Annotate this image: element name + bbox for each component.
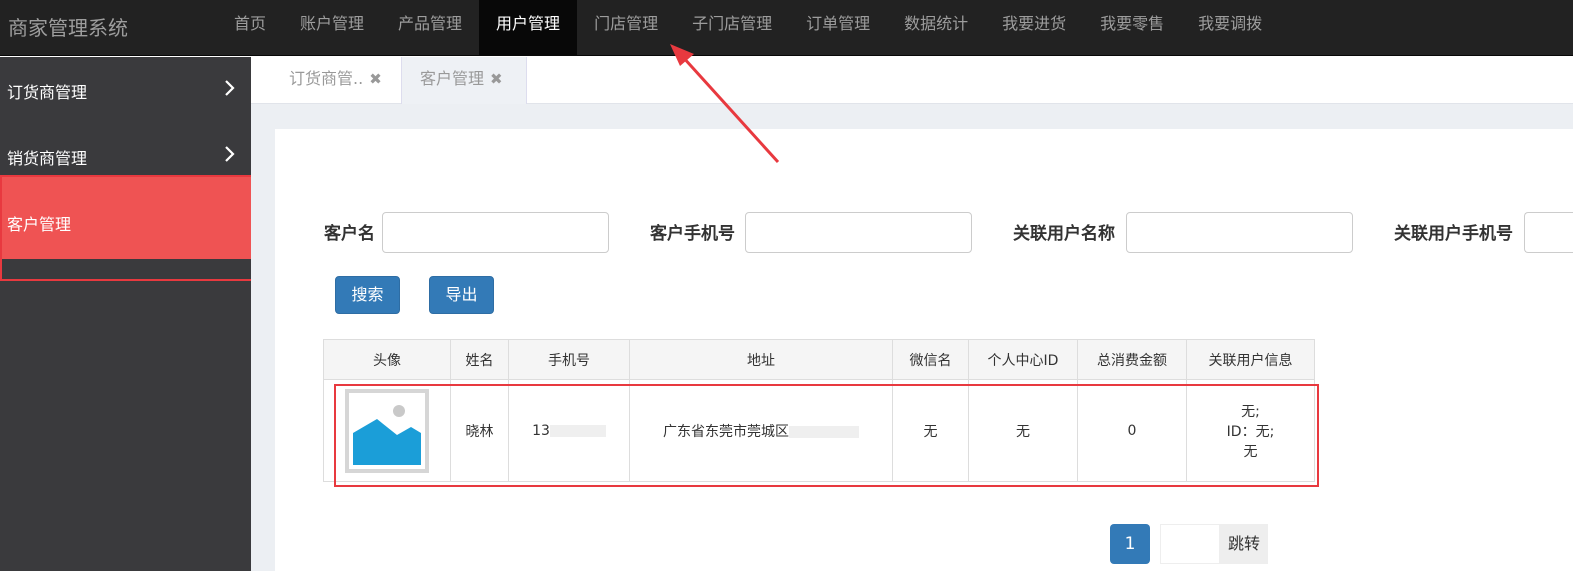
linked-user-phone-input[interactable]	[1524, 212, 1573, 253]
linked-user-line: ID：无;	[1226, 423, 1275, 440]
page-1-button[interactable]: 1	[1110, 524, 1150, 564]
table-header-row: 头像 姓名 手机号 地址 微信名 个人中心ID 总消费金额 关联用户信息	[323, 339, 1315, 380]
linked-user-line: 无	[1243, 443, 1258, 460]
close-icon[interactable]: ✖	[369, 70, 382, 88]
linked-user-phone-label: 关联用户手机号	[1394, 224, 1513, 244]
nav-item-users[interactable]: 用户管理	[479, 0, 578, 56]
page-jump-input[interactable]	[1160, 524, 1220, 564]
linked-user-name-input[interactable]	[1126, 212, 1353, 253]
col-total: 总消费金额	[1077, 339, 1187, 380]
image-placeholder-icon	[349, 392, 425, 469]
jump-button[interactable]: 跳转	[1220, 524, 1268, 564]
linked-user-line: 无;	[1241, 403, 1260, 420]
export-button[interactable]: 导出	[429, 276, 494, 314]
nav-item-transfer[interactable]: 我要调拨	[1181, 0, 1279, 56]
tab-customers[interactable]: 客户管理 ✖	[401, 57, 527, 104]
nav-item-retail[interactable]: 我要零售	[1083, 0, 1181, 56]
sidebar-item-orderers[interactable]: 订货商管理	[0, 57, 251, 123]
sidebar-item-label: 客户管理	[7, 215, 72, 234]
sidebar-item-label: 销货商管理	[7, 149, 88, 168]
phone-value: 13	[532, 422, 550, 439]
col-phone: 手机号	[508, 339, 630, 380]
close-icon[interactable]: ✖	[490, 70, 503, 88]
customer-phone-label: 客户手机号	[650, 224, 735, 244]
col-linked-user: 关联用户信息	[1186, 339, 1315, 380]
phone-cell: 13	[508, 379, 630, 482]
nav-item-substores[interactable]: 子门店管理	[675, 0, 789, 56]
tab-orderers[interactable]: 订货商管.. ✖	[289, 57, 382, 104]
app-title: 商家管理系统	[8, 16, 128, 40]
sidebar: 订货商管理 销货商管理 客户管理	[0, 57, 251, 571]
redacted-mask	[789, 425, 859, 438]
search-button[interactable]: 搜索	[335, 276, 400, 314]
sidebar-item-customers[interactable]: 客户管理	[0, 177, 251, 259]
linked-user-name-label: 关联用户名称	[1013, 224, 1115, 244]
avatar-cell	[323, 379, 451, 482]
main-nav: 首页 账户管理 产品管理 用户管理 门店管理 子门店管理 订单管理 数据统计 我…	[217, 0, 1279, 56]
nav-item-accounts[interactable]: 账户管理	[283, 0, 381, 56]
total-cell: 0	[1077, 379, 1187, 482]
tab-bar: 订货商管.. ✖ 客户管理 ✖	[251, 57, 1573, 104]
top-navbar: 商家管理系统 首页 账户管理 产品管理 用户管理 门店管理 子门店管理 订单管理…	[0, 0, 1573, 56]
nav-item-orders[interactable]: 订单管理	[789, 0, 887, 56]
nav-item-statistics[interactable]: 数据统计	[887, 0, 985, 56]
nav-item-stores[interactable]: 门店管理	[577, 0, 675, 56]
sidebar-item-label: 订货商管理	[7, 83, 88, 102]
col-address: 地址	[629, 339, 893, 380]
customer-phone-input[interactable]	[745, 212, 972, 253]
tab-label: 客户管理	[420, 69, 485, 88]
nav-item-home[interactable]: 首页	[217, 0, 283, 56]
col-avatar: 头像	[323, 339, 451, 380]
col-wechat: 微信名	[892, 339, 969, 380]
address-cell: 广东省东莞市莞城区	[629, 379, 893, 482]
tab-label: 订货商管..	[289, 69, 364, 88]
nav-item-purchase[interactable]: 我要进货	[985, 0, 1083, 56]
redacted-mask	[549, 424, 606, 437]
col-center-id: 个人中心ID	[968, 339, 1078, 380]
linked-user-cell: 无; ID：无; 无	[1186, 379, 1315, 482]
col-name: 姓名	[450, 339, 509, 380]
customer-name-input[interactable]	[382, 212, 609, 253]
wechat-cell: 无	[892, 379, 969, 482]
table-row[interactable]: 晓林 13 广东省东莞市莞城区 无 无 0 无; ID：无; 无	[323, 379, 1315, 482]
chevron-right-icon	[225, 80, 235, 96]
center-id-cell: 无	[968, 379, 1078, 482]
chevron-right-icon	[225, 146, 235, 162]
nav-item-products[interactable]: 产品管理	[381, 0, 479, 56]
customer-name-label: 客户名	[324, 224, 375, 244]
avatar[interactable]	[345, 388, 429, 473]
address-value: 广东省东莞市莞城区	[663, 423, 789, 440]
customer-table: 头像 姓名 手机号 地址 微信名 个人中心ID 总消费金额 关联用户信息 晓林	[323, 339, 1315, 482]
name-cell: 晓林	[450, 379, 509, 482]
